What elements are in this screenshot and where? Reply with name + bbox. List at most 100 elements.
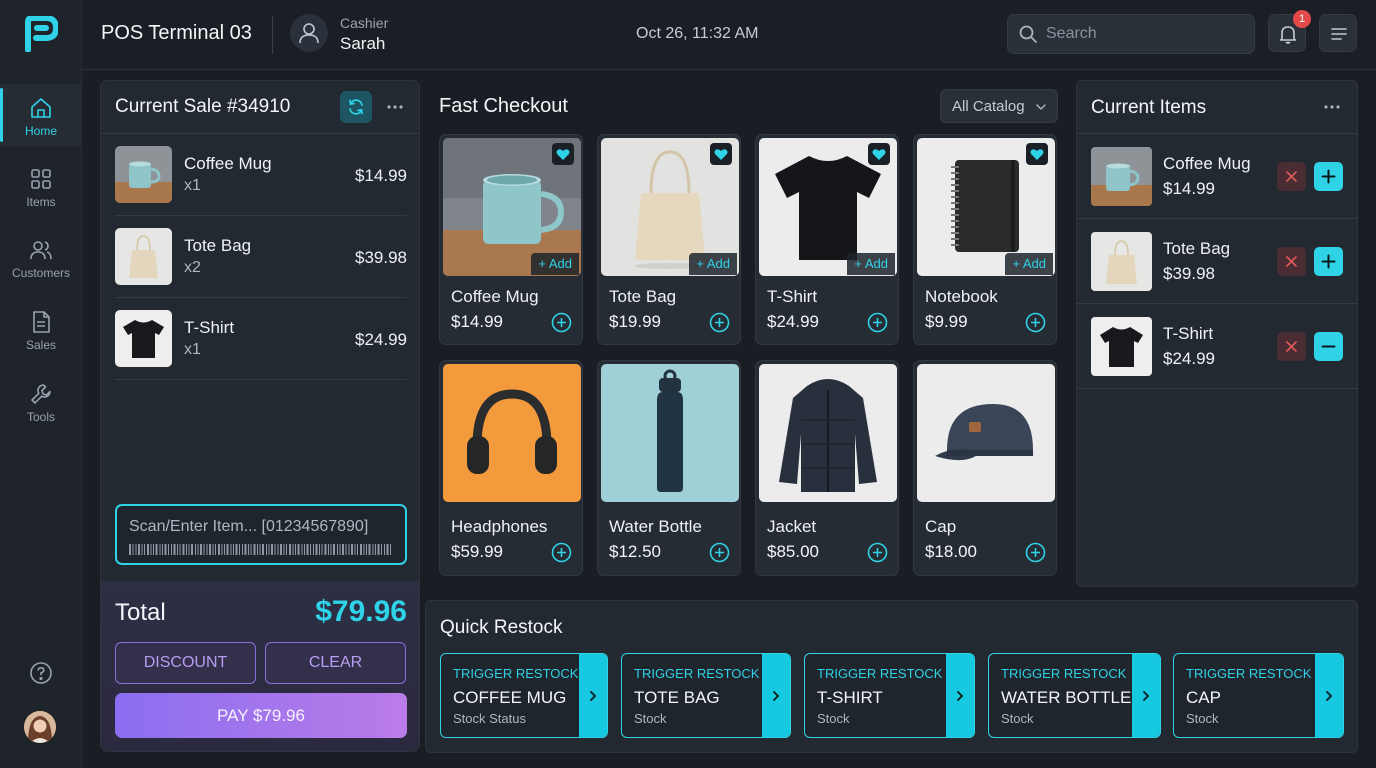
restock-trigger-label: TRIGGER RESTOCK bbox=[1186, 666, 1312, 681]
sale-item-qty: x1 bbox=[184, 177, 201, 194]
product-card-water-bottle[interactable]: Water Bottle $12.50 bbox=[597, 360, 741, 576]
add-circle-icon[interactable] bbox=[867, 542, 888, 563]
remove-button[interactable] bbox=[1277, 162, 1306, 191]
bell-icon bbox=[1279, 26, 1297, 44]
fast-checkout-title: Fast Checkout bbox=[439, 95, 568, 117]
wrench-icon bbox=[31, 384, 51, 404]
add-circle-icon[interactable] bbox=[867, 312, 888, 333]
restock-card-coffee-mug[interactable]: TRIGGER RESTOCK COFFEE MUG Stock Status bbox=[440, 653, 608, 738]
add-circle-icon[interactable] bbox=[551, 312, 572, 333]
help-icon[interactable] bbox=[29, 661, 53, 685]
sidebar-item-label: Items bbox=[26, 195, 56, 209]
restock-arrow-button[interactable] bbox=[762, 654, 790, 737]
discount-button[interactable]: DISCOUNT bbox=[115, 642, 256, 684]
current-item-row[interactable]: Coffee Mug $14.99 bbox=[1077, 134, 1357, 219]
catalog-filter-dropdown[interactable]: All Catalog bbox=[940, 89, 1058, 123]
restock-card-water-bottle[interactable]: TRIGGER RESTOCK WATER BOTTLE Stock bbox=[988, 653, 1161, 738]
menu-button[interactable] bbox=[1319, 14, 1357, 52]
restock-card-tote-bag[interactable]: TRIGGER RESTOCK TOTE BAG Stock bbox=[621, 653, 791, 738]
sale-row[interactable]: Tote Bag x2 $39.98 bbox=[115, 216, 407, 298]
sidebar-item-tools[interactable]: Tools bbox=[0, 370, 82, 432]
restock-sub-label: Stock bbox=[817, 711, 850, 726]
more-options-icon[interactable] bbox=[1323, 104, 1341, 110]
product-card-tote-bag[interactable]: + Add Tote Bag $19.99 bbox=[597, 134, 741, 345]
home-icon bbox=[31, 98, 51, 118]
refresh-icon bbox=[349, 99, 363, 115]
add-circle-icon[interactable] bbox=[709, 542, 730, 563]
add-tag[interactable]: + Add bbox=[847, 253, 895, 275]
notifications-button[interactable]: 1 bbox=[1268, 10, 1311, 52]
scan-input[interactable] bbox=[129, 515, 401, 539]
search-box[interactable] bbox=[1007, 14, 1255, 54]
product-price: $12.50 bbox=[609, 542, 661, 561]
search-icon bbox=[1019, 25, 1037, 43]
current-item-row[interactable]: T-Shirt $24.99 bbox=[1077, 304, 1357, 389]
chevron-right-icon bbox=[590, 691, 597, 701]
decrease-quantity-button[interactable] bbox=[1314, 332, 1343, 361]
sale-row[interactable]: Coffee Mug x1 $14.99 bbox=[115, 134, 407, 216]
add-tag[interactable]: + Add bbox=[689, 253, 737, 275]
refresh-button[interactable] bbox=[340, 91, 372, 123]
add-circle-icon[interactable] bbox=[709, 312, 730, 333]
product-card-cap[interactable]: Cap $18.00 bbox=[913, 360, 1057, 576]
restock-sub-label: Stock bbox=[1186, 711, 1219, 726]
close-icon bbox=[1286, 171, 1297, 182]
remove-button[interactable] bbox=[1277, 332, 1306, 361]
add-tag[interactable]: + Add bbox=[1005, 253, 1053, 275]
sidebar-item-items[interactable]: Items bbox=[0, 155, 82, 217]
favorite-button[interactable] bbox=[552, 143, 574, 165]
increase-quantity-button[interactable] bbox=[1314, 162, 1343, 191]
clear-button[interactable]: CLEAR bbox=[265, 642, 406, 684]
restock-arrow-button[interactable] bbox=[1132, 654, 1160, 737]
product-card-headphones[interactable]: Headphones $59.99 bbox=[439, 360, 583, 576]
restock-arrow-button[interactable] bbox=[946, 654, 974, 737]
sidebar-item-customers[interactable]: Customers bbox=[0, 226, 82, 288]
restock-trigger-label: TRIGGER RESTOCK bbox=[453, 666, 579, 681]
favorite-button[interactable] bbox=[1026, 143, 1048, 165]
restock-card-t-shirt[interactable]: TRIGGER RESTOCK T-SHIRT Stock bbox=[804, 653, 975, 738]
favorite-button[interactable] bbox=[710, 143, 732, 165]
product-card-jacket[interactable]: Jacket $85.00 bbox=[755, 360, 899, 576]
coffee-mug-thumbnail bbox=[115, 146, 172, 203]
sidebar-item-label: Tools bbox=[26, 410, 55, 424]
tote-bag-thumbnail bbox=[115, 228, 172, 285]
tote-bag-thumbnail bbox=[1091, 232, 1152, 291]
restock-item-name: TOTE BAG bbox=[634, 688, 720, 707]
grid-icon bbox=[31, 169, 51, 189]
sale-row[interactable]: T-Shirt x1 $24.99 bbox=[115, 298, 407, 380]
add-circle-icon[interactable] bbox=[1025, 542, 1046, 563]
current-item-row[interactable]: Tote Bag $39.98 bbox=[1077, 219, 1357, 304]
sidebar-item-home[interactable]: Home bbox=[0, 84, 82, 146]
headphones-image bbox=[443, 364, 581, 502]
search-input[interactable] bbox=[1046, 15, 1246, 53]
remove-button[interactable] bbox=[1277, 247, 1306, 276]
restock-arrow-button[interactable] bbox=[579, 654, 607, 737]
sale-item-price: $14.99 bbox=[355, 166, 407, 185]
restock-sub-label: Stock bbox=[1001, 711, 1034, 726]
more-options-icon[interactable] bbox=[386, 104, 404, 110]
add-circle-icon[interactable] bbox=[1025, 312, 1046, 333]
jacket-image bbox=[759, 364, 897, 502]
product-card-t-shirt[interactable]: + Add T-Shirt $24.99 bbox=[755, 134, 899, 345]
add-tag[interactable]: + Add bbox=[531, 253, 579, 275]
close-icon bbox=[1286, 256, 1297, 267]
restock-arrow-button[interactable] bbox=[1315, 654, 1343, 737]
product-price: $18.00 bbox=[925, 542, 977, 561]
cashier-avatar[interactable] bbox=[290, 14, 328, 52]
add-circle-icon[interactable] bbox=[551, 542, 572, 563]
product-card-notebook[interactable]: + Add Notebook $9.99 bbox=[913, 134, 1057, 345]
restock-trigger-label: TRIGGER RESTOCK bbox=[634, 666, 760, 681]
favorite-button[interactable] bbox=[868, 143, 890, 165]
restock-card-cap[interactable]: TRIGGER RESTOCK CAP Stock bbox=[1173, 653, 1344, 738]
app-logo[interactable] bbox=[24, 16, 58, 52]
chevron-right-icon bbox=[957, 691, 964, 701]
increase-quantity-button[interactable] bbox=[1314, 247, 1343, 276]
product-name: T-Shirt bbox=[767, 287, 818, 306]
scan-field[interactable] bbox=[115, 504, 407, 565]
sidebar-item-sales[interactable]: Sales bbox=[0, 298, 82, 360]
total-section: Total $79.96 DISCOUNT CLEAR PAY $79.96 bbox=[101, 581, 419, 751]
pay-button[interactable]: PAY $79.96 bbox=[115, 693, 407, 738]
user-avatar[interactable] bbox=[24, 711, 56, 743]
product-card-coffee-mug[interactable]: + Add Coffee Mug $14.99 bbox=[439, 134, 583, 345]
product-price: $59.99 bbox=[451, 542, 503, 561]
